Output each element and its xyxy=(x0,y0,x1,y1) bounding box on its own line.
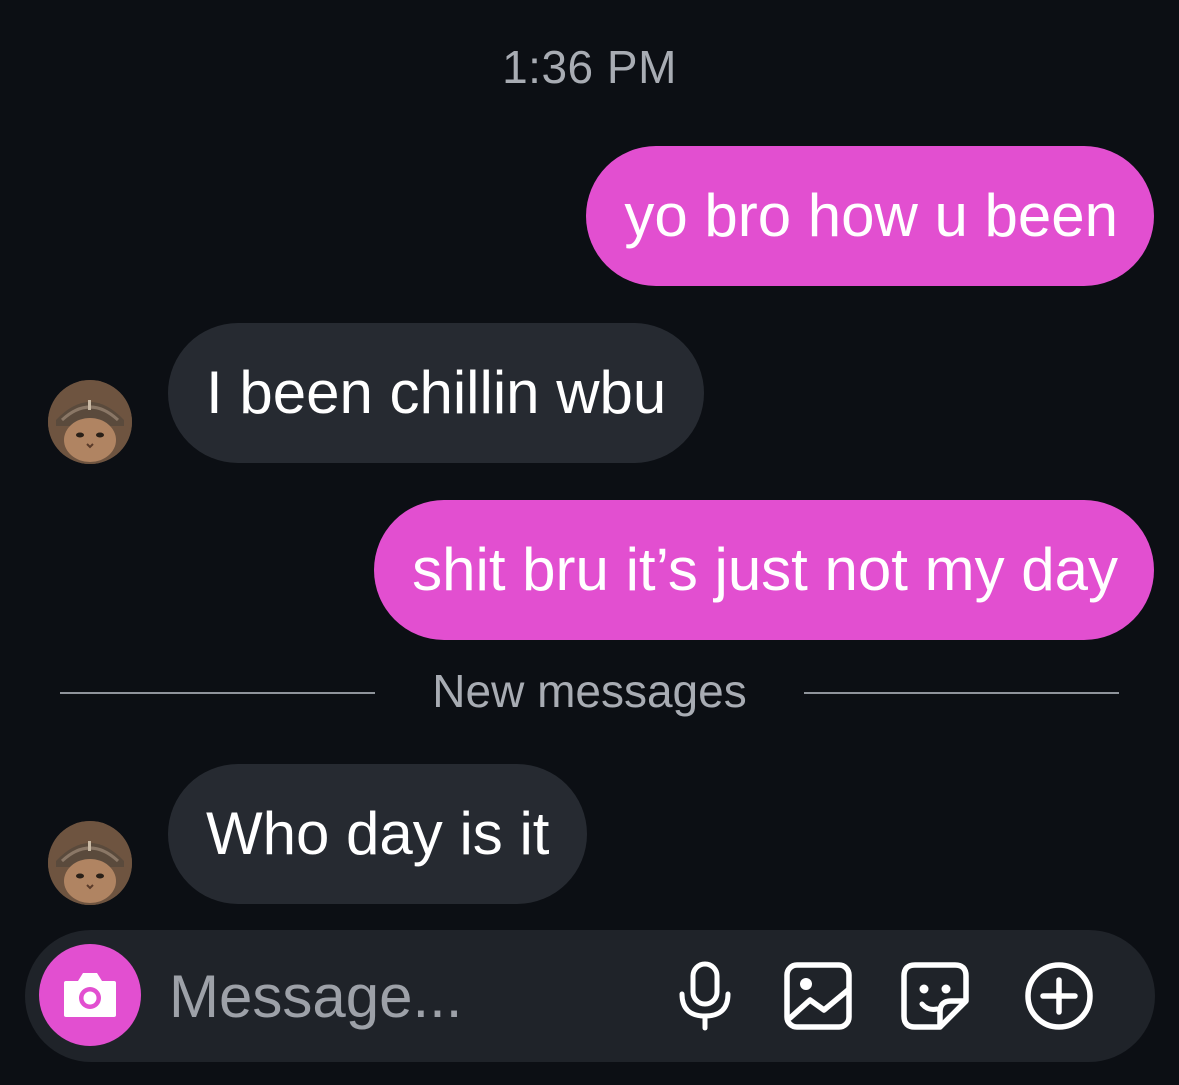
gallery-icon xyxy=(784,962,852,1030)
message-timestamp: 1:36 PM xyxy=(502,41,677,93)
new-messages-divider: New messages xyxy=(0,660,1179,724)
cat-avatar-icon xyxy=(48,821,132,905)
incoming-message-bubble[interactable]: I been chillin wbu xyxy=(168,323,705,463)
message-composer xyxy=(25,930,1155,1062)
cat-avatar-icon xyxy=(48,380,132,464)
camera-icon xyxy=(64,973,116,1017)
divider-line-right xyxy=(804,692,1119,694)
outgoing-message-bubble[interactable]: yo bro how u been xyxy=(586,146,1154,286)
camera-button[interactable] xyxy=(39,944,141,1046)
plus-icon xyxy=(1025,962,1093,1030)
message-input[interactable] xyxy=(169,958,639,1034)
incoming-message-bubble[interactable]: Who day is it xyxy=(168,764,588,904)
microphone-icon xyxy=(679,961,731,1031)
gallery-button[interactable] xyxy=(778,956,858,1036)
contact-avatar[interactable] xyxy=(48,380,132,464)
sticker-icon xyxy=(901,962,969,1030)
chat-screen: 1:36 PM yo bro how u been I been chillin… xyxy=(0,0,1179,1085)
voice-message-button[interactable] xyxy=(665,956,745,1036)
outgoing-message-bubble[interactable]: shit bru it’s just not my day xyxy=(374,500,1154,640)
contact-avatar[interactable] xyxy=(48,821,132,905)
new-messages-label: New messages xyxy=(432,665,747,717)
more-options-button[interactable] xyxy=(1019,956,1099,1036)
sticker-button[interactable] xyxy=(895,956,975,1036)
